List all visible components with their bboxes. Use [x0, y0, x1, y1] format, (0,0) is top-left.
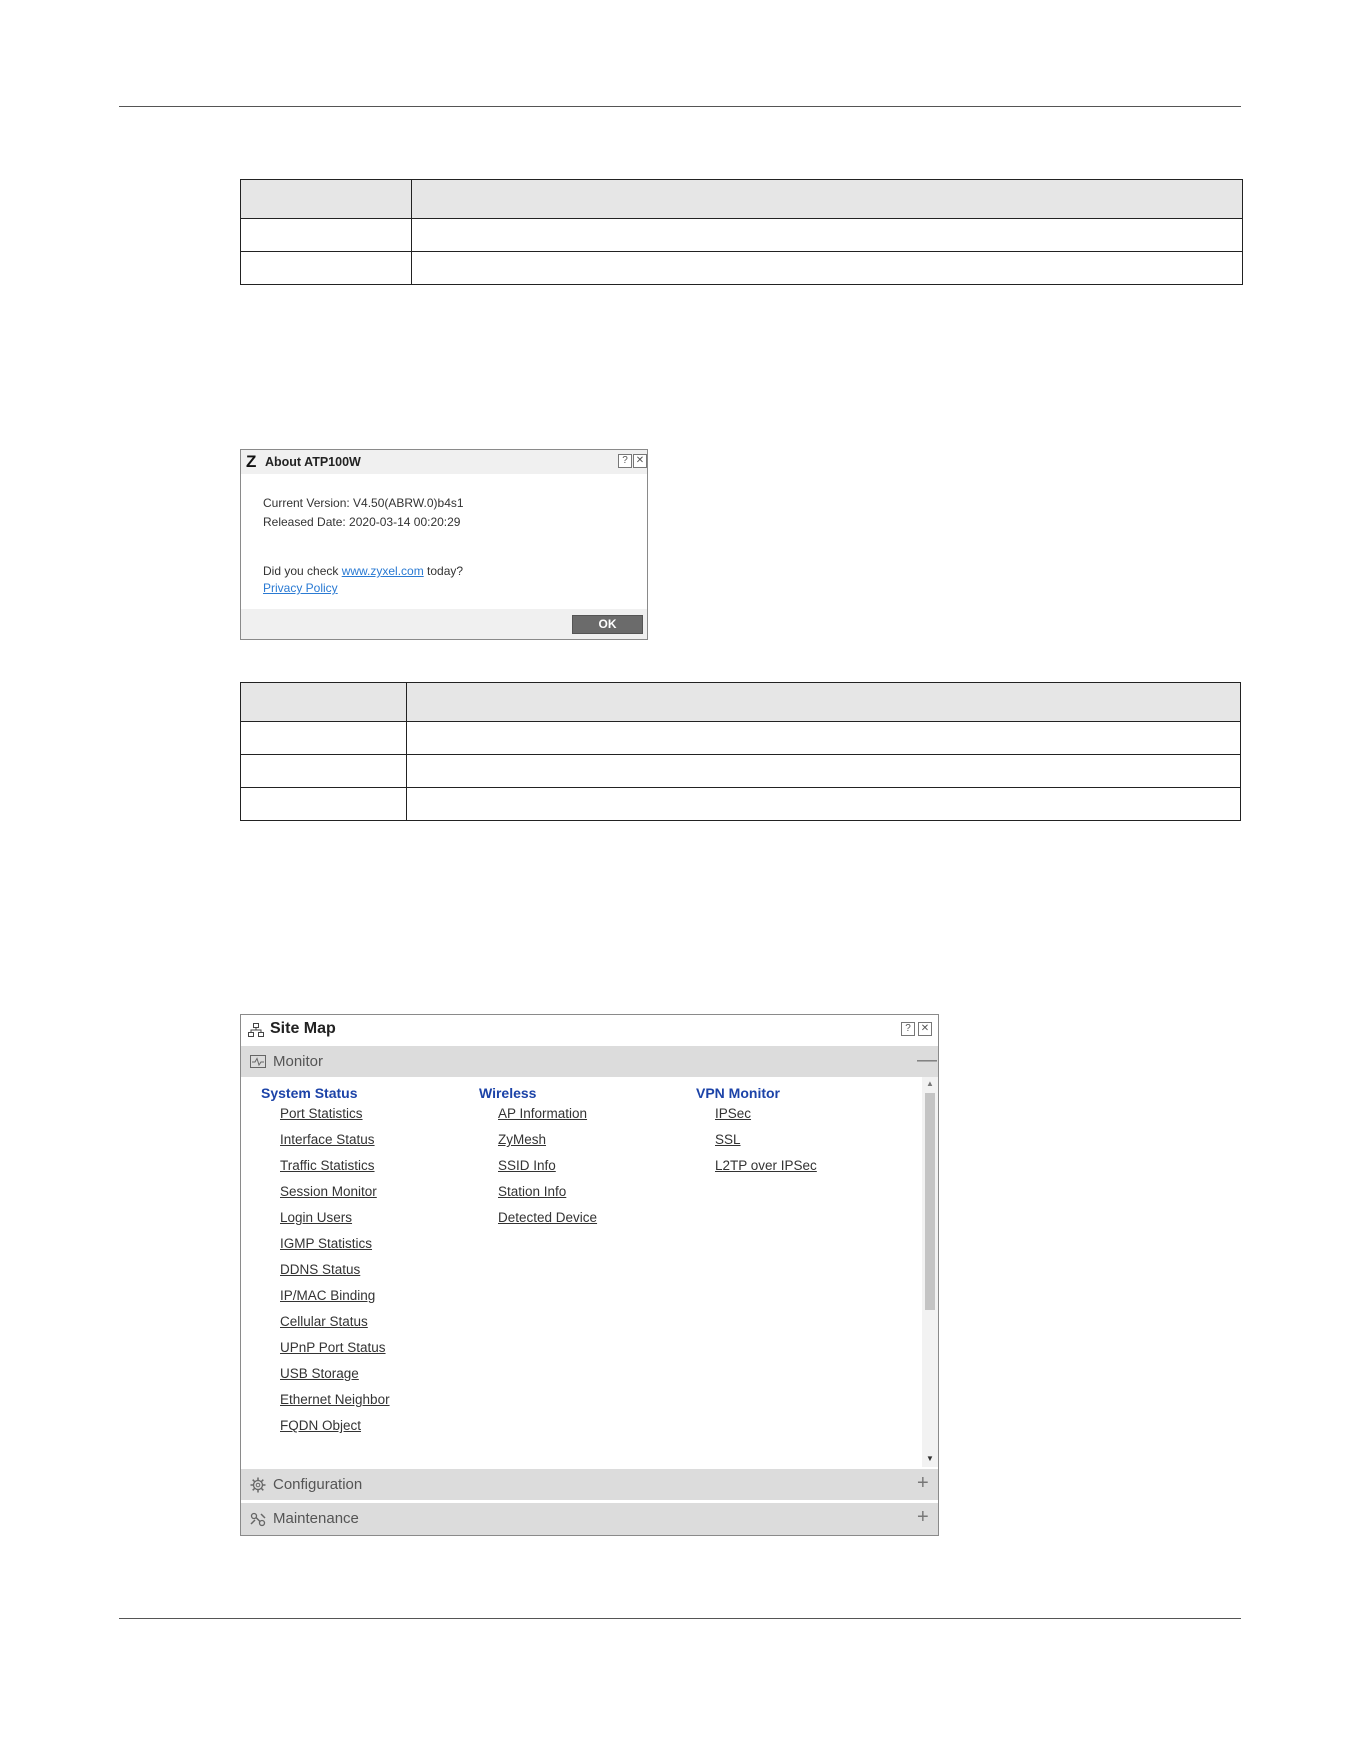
expand-icon[interactable]: +: [917, 1472, 929, 1495]
close-icon[interactable]: ✕: [918, 1022, 932, 1036]
current-version-text: Current Version: V4.50(ABRW.0)b4s1: [263, 496, 464, 510]
zyxel-website-link[interactable]: www.zyxel.com: [342, 564, 424, 578]
table-row: [240, 787, 1241, 821]
monitor-section-label: Monitor: [273, 1053, 324, 1070]
site-map-link[interactable]: AP Information: [498, 1105, 597, 1131]
site-map-link[interactable]: Login Users: [280, 1209, 390, 1235]
collapse-icon[interactable]: —: [917, 1049, 937, 1072]
privacy-policy-row: Privacy Policy: [263, 581, 338, 595]
table-header-row: [240, 682, 1241, 722]
vertical-scrollbar[interactable]: ▲ ▼: [922, 1077, 938, 1467]
table-cell: [406, 754, 1241, 788]
table-cell: [240, 754, 407, 788]
table-row: [240, 218, 1243, 252]
site-map-link[interactable]: USB Storage: [280, 1365, 390, 1391]
site-map-link[interactable]: L2TP over IPSec: [715, 1157, 817, 1183]
check-prefix: Did you check: [263, 564, 342, 578]
close-icon[interactable]: ✕: [633, 454, 647, 468]
table-row: [240, 251, 1243, 285]
expand-icon[interactable]: +: [917, 1506, 929, 1529]
site-map-link[interactable]: SSID Info: [498, 1157, 597, 1183]
site-map-titlebar: Site Map ? ✕: [241, 1015, 938, 1046]
table-row: [240, 754, 1241, 788]
field-table-2: [240, 682, 1241, 821]
table-cell: [240, 218, 412, 252]
vpn-monitor-column: VPN Monitor IPSec SSL L2TP over IPSec: [696, 1085, 817, 1183]
configuration-section-header[interactable]: Configuration +: [241, 1469, 938, 1500]
wireless-column: Wireless AP Information ZyMesh SSID Info…: [479, 1085, 597, 1235]
sitemap-icon: [248, 1023, 264, 1037]
site-map-link[interactable]: DDNS Status: [280, 1261, 390, 1287]
check-suffix: today?: [423, 564, 464, 578]
footer-rule: [119, 1618, 1241, 1619]
table-cell: [240, 251, 412, 285]
table-cell: [411, 251, 1243, 285]
help-icon[interactable]: ?: [901, 1022, 915, 1036]
table-cell: [411, 179, 1243, 219]
site-map-link[interactable]: IPSec: [715, 1105, 817, 1131]
table-cell: [240, 682, 407, 722]
table-row: [240, 721, 1241, 755]
site-map-link[interactable]: ZyMesh: [498, 1131, 597, 1157]
released-date-text: Released Date: 2020-03-14 00:20:29: [263, 515, 461, 529]
zyxel-logo-icon: Z: [246, 452, 257, 471]
field-table-1: [240, 179, 1243, 285]
site-map-link[interactable]: Interface Status: [280, 1131, 390, 1157]
monitor-icon: [250, 1055, 266, 1068]
site-map-link[interactable]: Session Monitor: [280, 1183, 390, 1209]
table-cell: [406, 721, 1241, 755]
site-map-link[interactable]: UPnP Port Status: [280, 1339, 390, 1365]
table-cell: [406, 682, 1241, 722]
table-cell: [240, 179, 412, 219]
table-cell: [240, 721, 407, 755]
site-map-link[interactable]: Port Statistics: [280, 1105, 390, 1131]
ok-button[interactable]: OK: [572, 615, 643, 634]
site-map-link[interactable]: Cellular Status: [280, 1313, 390, 1339]
maintenance-icon: [250, 1512, 266, 1527]
gear-icon: [250, 1477, 266, 1493]
monitor-section-header[interactable]: Monitor —: [241, 1046, 938, 1077]
site-map-link[interactable]: Detected Device: [498, 1209, 597, 1235]
table-cell: [411, 218, 1243, 252]
scroll-up-icon[interactable]: ▲: [926, 1079, 934, 1088]
table-cell: [240, 787, 407, 821]
site-map-link[interactable]: FQDN Object: [280, 1417, 390, 1443]
about-dialog-footer: OK: [241, 609, 647, 639]
site-map-link[interactable]: IGMP Statistics: [280, 1235, 390, 1261]
about-dialog-titlebar: Z About ATP100W ? ✕: [241, 450, 647, 474]
column-heading: VPN Monitor: [696, 1085, 780, 1101]
system-status-column: System Status Port Statistics Interface …: [261, 1085, 390, 1443]
check-website-text: Did you check www.zyxel.com today?: [263, 564, 463, 578]
column-heading: Wireless: [479, 1085, 537, 1101]
column-heading: System Status: [261, 1085, 358, 1101]
about-dialog: Z About ATP100W ? ✕ Current Version: V4.…: [240, 449, 648, 640]
privacy-policy-link[interactable]: Privacy Policy: [263, 581, 338, 595]
site-map-link[interactable]: Ethernet Neighbor: [280, 1391, 390, 1417]
site-map-link[interactable]: Station Info: [498, 1183, 597, 1209]
maintenance-section-label: Maintenance: [273, 1510, 359, 1527]
site-map-dialog: Site Map ? ✕ Monitor — System Status Por…: [240, 1014, 939, 1536]
site-map-title: Site Map: [270, 1020, 336, 1037]
about-dialog-title: About ATP100W: [265, 455, 361, 469]
table-cell: [406, 787, 1241, 821]
maintenance-section-header[interactable]: Maintenance +: [241, 1503, 938, 1535]
header-rule: [119, 106, 1241, 107]
site-map-link[interactable]: Traffic Statistics: [280, 1157, 390, 1183]
scrollbar-thumb[interactable]: [925, 1093, 935, 1310]
table-header-row: [240, 179, 1243, 219]
configuration-section-label: Configuration: [273, 1476, 363, 1493]
site-map-link[interactable]: SSL: [715, 1131, 817, 1157]
monitor-section-content: System Status Port Statistics Interface …: [241, 1077, 922, 1467]
help-icon[interactable]: ?: [618, 454, 632, 468]
site-map-link[interactable]: IP/MAC Binding: [280, 1287, 390, 1313]
scroll-down-icon[interactable]: ▼: [926, 1454, 934, 1463]
